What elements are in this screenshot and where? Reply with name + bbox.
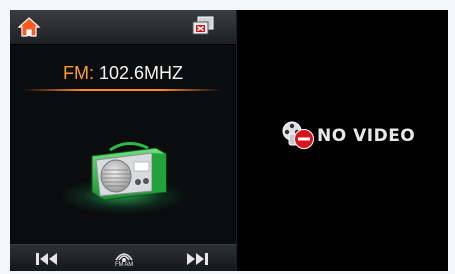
home-icon (17, 17, 41, 37)
top-bar (10, 10, 236, 45)
skip-previous-icon (36, 253, 57, 265)
skip-next-icon (187, 253, 208, 265)
band-label: FM: (62, 63, 94, 83)
radio-panel: FM: 102.6MHZ FM AM (10, 10, 237, 271)
fm-am-label: FM AM (115, 262, 133, 268)
frequency-value: 102.6MHZ (98, 63, 184, 83)
seek-next-button[interactable] (182, 249, 212, 269)
fm-am-toggle-button[interactable]: FM AM (106, 249, 142, 269)
frequency-display: FM: 102.6MHZ (10, 62, 236, 84)
home-button[interactable] (17, 15, 41, 39)
close-window-icon (192, 16, 214, 35)
no-video-label: NO VIDEO (317, 126, 416, 146)
video-panel: NO VIDEO (237, 10, 448, 271)
control-bar: FM AM (10, 244, 236, 271)
seek-previous-button[interactable] (32, 249, 62, 269)
radio-icon (91, 142, 167, 201)
close-window-button[interactable] (190, 14, 214, 38)
signal-icon (115, 253, 133, 262)
frequency-divider (22, 89, 222, 91)
no-video-icon (282, 121, 314, 149)
head-unit-screen: FM: 102.6MHZ FM AM NO VIDEO (10, 10, 448, 271)
